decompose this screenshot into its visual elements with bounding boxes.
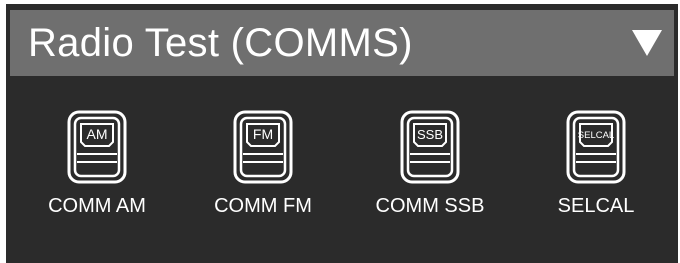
item-label: COMM SSB	[375, 195, 485, 217]
comm-test-items: AM COMM AM FM COMM FM SSB COMM SSB SELCA…	[6, 104, 678, 234]
icon-text: SELCAL	[578, 130, 614, 141]
radio-panel-icon: AM	[67, 110, 127, 184]
triangle-down-icon[interactable]	[630, 28, 664, 58]
panel-title: Radio Test (COMMS)	[28, 20, 413, 65]
item-label: COMM FM	[214, 195, 312, 217]
radio-panel-icon: SSB	[400, 110, 460, 184]
icon-text: FM	[253, 126, 273, 142]
radio-test-dropdown[interactable]: Radio Test (COMMS)	[10, 10, 674, 76]
radio-panel-icon: SELCAL	[566, 110, 626, 184]
comm-am-button[interactable]: AM COMM AM	[22, 104, 172, 234]
selcal-button[interactable]: SELCAL SELCAL	[521, 104, 671, 234]
icon-text: SSB	[417, 127, 443, 142]
item-label: COMM AM	[48, 195, 146, 217]
icon-text: AM	[87, 126, 108, 142]
radio-panel-icon: FM	[233, 110, 293, 184]
item-label: SELCAL	[557, 195, 635, 217]
comm-ssb-button[interactable]: SSB COMM SSB	[355, 104, 505, 234]
comm-fm-button[interactable]: FM COMM FM	[188, 104, 338, 234]
radio-test-panel: Radio Test (COMMS) AM COMM AM FM COMM FM…	[6, 4, 678, 263]
